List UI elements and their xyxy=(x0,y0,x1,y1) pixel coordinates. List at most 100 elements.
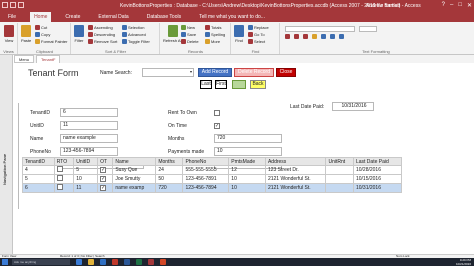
table-cell[interactable]: 720 xyxy=(155,183,184,193)
blank-button[interactable] xyxy=(232,80,246,89)
align-left-icon[interactable] xyxy=(321,34,326,39)
column-header[interactable]: Last Date Paid xyxy=(352,157,403,166)
select-button[interactable]: Select xyxy=(248,39,265,44)
file-explorer-icon[interactable] xyxy=(88,259,94,265)
minimize-button[interactable]: – xyxy=(450,2,453,9)
table-cell[interactable]: 555-555-5555 xyxy=(182,165,230,175)
underline-icon[interactable] xyxy=(303,34,308,39)
close-window-button[interactable]: ✕ xyxy=(467,2,472,9)
taskbar-search[interactable]: Ask me anything xyxy=(12,259,70,265)
font-size-box[interactable] xyxy=(359,26,377,32)
table-cell[interactable]: 10/15/2016 xyxy=(352,174,403,184)
table-cell[interactable]: Susy Que xyxy=(112,165,157,175)
payments-made-field[interactable]: 10 xyxy=(214,147,282,156)
delete-record-button[interactable]: Delete Record xyxy=(234,68,274,77)
table-cell[interactable]: 10 xyxy=(228,183,266,193)
replace-button[interactable]: Replace xyxy=(248,25,269,30)
delete-record-ribbon-button[interactable]: Delete xyxy=(181,39,199,44)
toggle-filter-button[interactable]: Toggle Filter xyxy=(122,39,150,44)
column-header[interactable]: RTO xyxy=(53,157,75,166)
align-center-icon[interactable] xyxy=(330,34,335,39)
tab-home[interactable]: Home xyxy=(30,12,52,22)
tab-file[interactable]: File xyxy=(4,12,20,22)
column-header[interactable]: Name xyxy=(112,157,157,166)
find-button[interactable]: Find xyxy=(234,25,244,43)
close-form-button[interactable]: Close xyxy=(276,68,296,77)
table-cell[interactable]: Joe Smutty xyxy=(112,174,157,184)
ot-checkbox[interactable]: ✓ xyxy=(100,176,107,182)
rto-checkbox[interactable] xyxy=(56,175,63,181)
edge-icon[interactable] xyxy=(76,259,82,265)
table-cell[interactable]: 6 xyxy=(22,183,55,193)
table-cell[interactable]: 2121 Wonderful St. xyxy=(264,183,327,193)
table-cell[interactable] xyxy=(53,183,75,193)
table-cell[interactable] xyxy=(53,174,75,184)
table-cell[interactable]: 50 xyxy=(155,174,184,184)
table-row[interactable]: 6 11 ✓ name examp 720 123-456-7894 10 21… xyxy=(22,183,403,193)
doc-tab-tenant-form[interactable]: TenantF xyxy=(36,55,61,63)
first-record-button[interactable]: First xyxy=(215,80,227,89)
save-icon[interactable] xyxy=(2,2,8,8)
tab-create[interactable]: Create xyxy=(61,12,84,22)
column-header[interactable]: OT xyxy=(97,157,114,166)
chevron-down-icon[interactable]: ▾ xyxy=(188,68,194,77)
table-cell[interactable]: ✓ xyxy=(97,165,114,175)
table-cell[interactable]: 2121 Wonderful St. xyxy=(264,174,327,184)
back-button[interactable]: Back xyxy=(250,80,266,89)
last-record-button[interactable]: Last xyxy=(200,80,212,89)
table-cell[interactable]: ✓ xyxy=(97,183,114,193)
refresh-all-button[interactable]: Refresh All xyxy=(163,25,182,43)
help-button[interactable]: ? xyxy=(442,2,445,9)
months-field[interactable]: 720 xyxy=(214,134,282,143)
column-header[interactable]: UnitRnt xyxy=(325,157,354,166)
more-button[interactable]: More xyxy=(205,39,220,44)
phone-field[interactable]: 123-456-7894 xyxy=(60,147,118,156)
go-to-button[interactable]: Go To xyxy=(248,32,265,37)
taskbar-clock[interactable]: 9:29 PM 10/21/2016 xyxy=(456,258,471,266)
column-header[interactable]: Address xyxy=(264,157,327,166)
filter-button[interactable]: Filter xyxy=(74,25,84,43)
rent-to-own-checkbox[interactable] xyxy=(214,110,220,116)
paste-button[interactable]: Paste xyxy=(21,25,31,43)
navigation-pane[interactable]: Navigation Pane xyxy=(0,55,13,254)
on-time-checkbox[interactable]: ✓ xyxy=(214,123,220,129)
table-cell[interactable]: 12 xyxy=(228,165,266,175)
font-name-box[interactable] xyxy=(285,26,355,32)
maximize-button[interactable]: □ xyxy=(458,2,462,9)
table-cell[interactable]: 4 xyxy=(22,165,55,175)
office-icon[interactable] xyxy=(112,259,118,265)
cut-button[interactable]: Cut xyxy=(35,25,47,30)
new-record-button[interactable]: New xyxy=(181,25,195,30)
column-header[interactable]: Months xyxy=(155,157,184,166)
table-cell[interactable]: 123 Street Dr. xyxy=(264,165,327,175)
excel-icon[interactable] xyxy=(136,259,142,265)
rto-checkbox[interactable] xyxy=(56,184,63,190)
redo-icon[interactable] xyxy=(18,2,24,8)
table-cell[interactable]: 10/31/2016 xyxy=(352,183,403,193)
ascending-button[interactable]: Ascending xyxy=(88,25,113,30)
tab-external-data[interactable]: External Data xyxy=(94,12,132,22)
powerpoint-icon[interactable] xyxy=(160,259,166,265)
unit-id-field[interactable]: 11 xyxy=(60,121,118,130)
table-cell[interactable] xyxy=(325,183,354,193)
ot-checkbox[interactable]: ✓ xyxy=(100,167,107,173)
remove-sort-button[interactable]: Remove Sort xyxy=(88,39,117,44)
selection-button[interactable]: Selection xyxy=(122,25,144,30)
name-search-combo[interactable] xyxy=(142,68,194,77)
word-icon[interactable] xyxy=(124,259,130,265)
view-button[interactable]: View xyxy=(4,25,14,43)
bold-icon[interactable] xyxy=(285,34,290,39)
user-name[interactable]: Andrew Bartlett xyxy=(366,3,400,9)
column-header[interactable]: UnitID xyxy=(73,157,99,166)
table-cell[interactable] xyxy=(325,165,354,175)
tell-me-search[interactable]: Tell me what you want to do... xyxy=(195,12,269,22)
table-cell[interactable]: 24 xyxy=(155,165,184,175)
totals-button[interactable]: Totals xyxy=(205,25,221,30)
italic-icon[interactable] xyxy=(294,34,299,39)
last-date-paid-field[interactable]: 10/31/2016 xyxy=(332,102,374,111)
tab-database-tools[interactable]: Database Tools xyxy=(143,12,185,22)
table-cell[interactable]: 10/28/2016 xyxy=(352,165,403,175)
highlight-icon[interactable] xyxy=(312,34,317,39)
table-cell[interactable]: 11 xyxy=(73,183,99,193)
spelling-button[interactable]: Spelling xyxy=(205,32,225,37)
